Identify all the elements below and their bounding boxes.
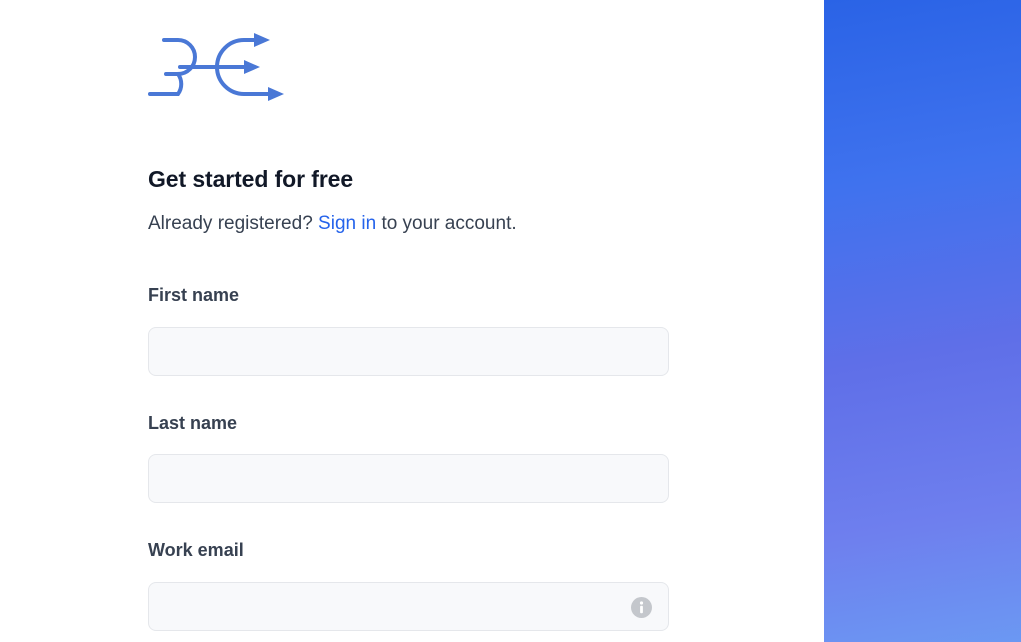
split-arrows-icon: [148, 33, 284, 101]
hero-gradient-panel: [824, 0, 1021, 642]
form-panel: Get started for free Already registered?…: [0, 0, 824, 642]
page-title: Get started for free: [148, 166, 354, 192]
work-email-label: Work email: [148, 540, 244, 560]
first-name-input[interactable]: [148, 327, 669, 376]
signin-link[interactable]: Sign in: [318, 213, 376, 234]
info-icon[interactable]: [631, 597, 652, 618]
last-name-input[interactable]: [148, 454, 669, 503]
signin-prompt-suffix: to your account.: [381, 213, 517, 234]
last-name-label: Last name: [148, 413, 238, 433]
signin-prompt-prefix: Already registered?: [148, 213, 313, 234]
first-name-label: First name: [148, 285, 240, 305]
signin-prompt: Already registered? Sign in to your acco…: [148, 213, 517, 235]
signup-page: Get started for free Already registered?…: [0, 0, 1021, 642]
work-email-input[interactable]: [148, 582, 669, 631]
